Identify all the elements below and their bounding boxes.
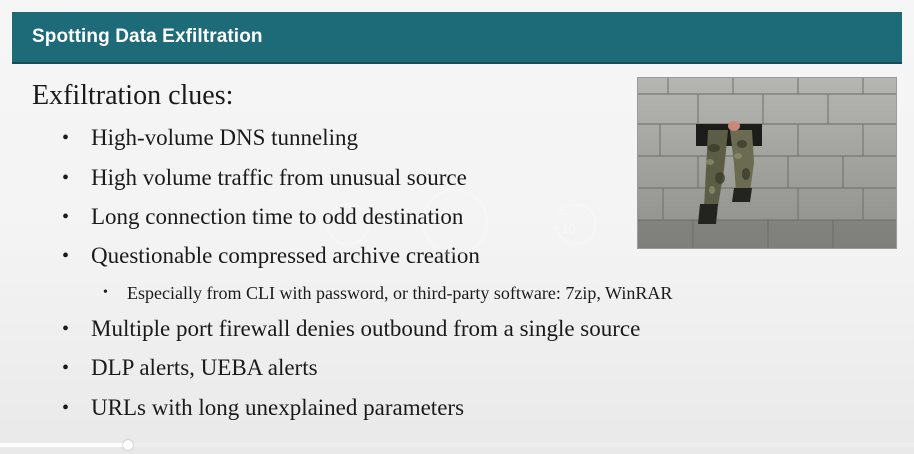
bullet-dot: • xyxy=(62,245,70,267)
bullet-dot: • xyxy=(62,357,70,379)
bullet-text: Multiple port firewall denies outbound f… xyxy=(91,316,641,341)
bullet-text: High volume traffic from unusual source xyxy=(91,165,467,190)
bullet-dot: • xyxy=(62,397,70,419)
bullet-dot: • xyxy=(62,206,70,228)
photo-illustration xyxy=(638,78,896,248)
bullet-text: High-volume DNS tunneling xyxy=(91,125,359,150)
bullet-dot: • xyxy=(62,127,70,149)
bullet-text: URLs with long unexplained parameters xyxy=(91,395,465,420)
bullet-text: Long connection time to odd destination xyxy=(91,204,464,229)
bullet-text: Questionable compressed archive creation xyxy=(91,243,480,268)
person-climbing-through-wall-photo xyxy=(637,77,897,249)
slide: Spotting Data Exfiltration Exfiltration … xyxy=(0,0,914,454)
sub-bullet-dot: • xyxy=(103,285,108,300)
bullet-text: DLP alerts, UEBA alerts xyxy=(91,355,318,380)
bullet-dot: • xyxy=(62,167,70,189)
sub-bullet-text: Especially from CLI with password, or th… xyxy=(127,283,673,303)
bullet-dot: • xyxy=(62,318,70,340)
